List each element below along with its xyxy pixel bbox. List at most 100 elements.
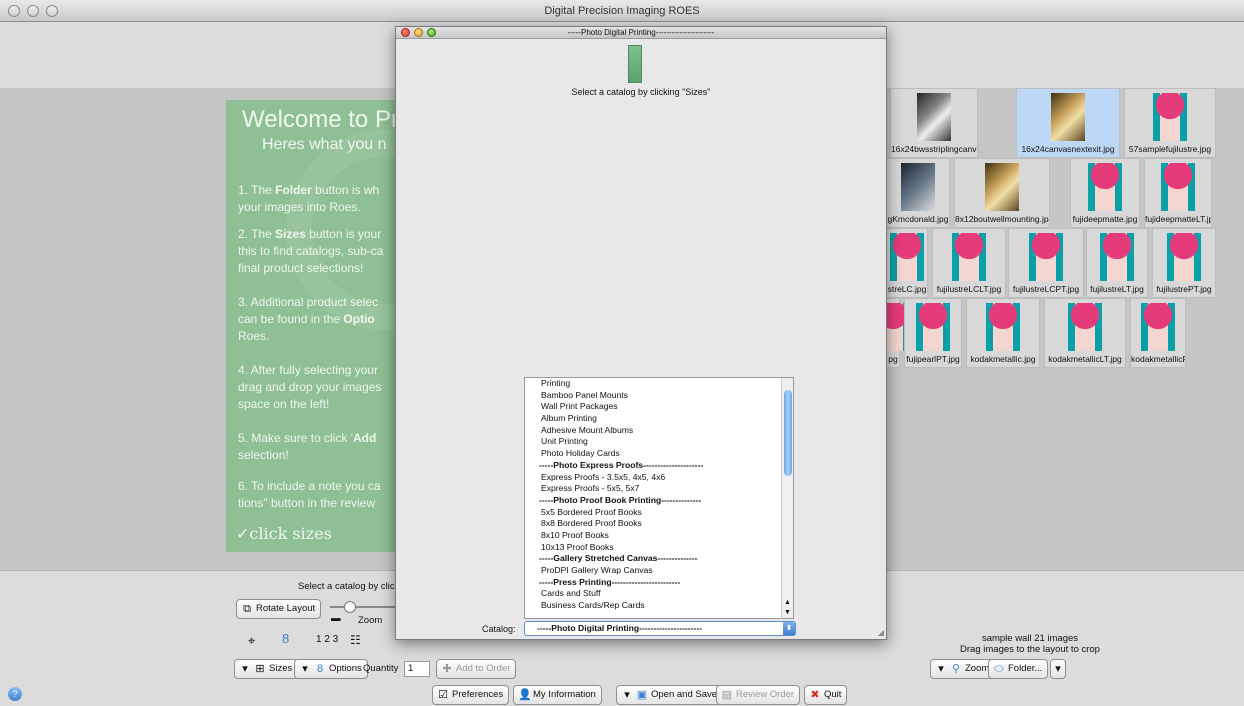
catalog-item[interactable]: Bamboo Panel Mounts [525,390,793,402]
image-thumbnail[interactable]: kodakmetallicLT.jpg [1044,298,1126,368]
numbering-icon[interactable]: 1 2 3 [316,634,338,645]
image-thumbnail[interactable]: fujideepmatteLT.jpg [1144,158,1212,228]
image-thumbnail[interactable]: kodakmetallicPT.jpg [1130,298,1186,368]
thumbnail-image [917,93,951,141]
checkmark-icon: ✓ [236,524,250,543]
folder-button[interactable]: ⬭ Folder... [988,659,1049,679]
dialog-minimize-button[interactable] [414,28,423,37]
minimize-window-button[interactable] [27,5,39,17]
catalog-item[interactable]: Adhesive Mount Albums [525,425,793,437]
zoom-window-button[interactable] [46,5,58,17]
quantity-input[interactable]: 1 [404,661,430,677]
catalog-section-header[interactable]: -----Photo Proof Book Printing----------… [525,495,793,507]
welcome-step-3: 3. Additional product selec can be found… [238,295,379,343]
welcome-step-1: 1. The Folder button is wh your images i… [238,183,380,214]
image-browser[interactable]: 16x24bwsstriplingcanvas.jpg 16x24canvasne… [876,88,1244,570]
select-catalog-hint: Select a catalog by clicki [298,581,402,592]
thumbnail-caption: fujideepmatteLT.jpg [1145,214,1211,224]
dropdown-arrow-icon: ▾ [302,663,308,675]
folder-dropdown-button[interactable]: ▾ [1050,659,1066,679]
review-order-button[interactable]: ▤ Review Order [716,685,801,705]
thumbnail-image [1153,93,1187,141]
thumbnail-caption: fujilustreLCPT.jpg [1012,284,1080,294]
catalog-item[interactable]: Express Proofs - 3.5x5, 4x5, 4x6 [525,472,793,484]
dialog-close-button[interactable] [401,28,410,37]
image-thumbnail[interactable]: kodakmetallic.jpg [966,298,1040,368]
image-thumbnail[interactable]: fujilustrePT.jpg [1152,228,1216,298]
catalog-item[interactable]: Album Printing [525,413,793,425]
catalog-section-header[interactable]: -----Gallery Stretched Canvas-----------… [525,553,793,565]
zoom-label: Zoom [358,615,383,626]
thumbnail-image [1100,233,1134,281]
zoom-slider[interactable] [330,601,396,613]
help-icon[interactable]: ? [8,687,22,701]
thumbnail-caption: 57samplefujilustre.jpg [1128,144,1212,154]
dialog-zoom-button[interactable] [427,28,436,37]
options-icon: 8 [316,663,324,675]
options-icon[interactable]: 8 [282,631,289,646]
quantity-label: Quantity [363,663,399,674]
image-thumbnail[interactable]: streLC.jpg [886,228,928,298]
thumbnail-caption: fujilustreLCLT.jpg [936,284,1002,294]
magnifier-icon: ⚲ [951,663,961,675]
catalog-select[interactable]: -----Photo Digital Printing-------------… [524,621,796,636]
image-thumbnail[interactable]: 16x24canvasnextexit.jpg [1016,88,1120,158]
catalog-item[interactable]: Wall Print Packages [525,401,793,413]
catalog-item[interactable]: ProDPI Gallery Wrap Canvas [525,565,793,577]
catalog-item[interactable]: Photo Holiday Cards [525,448,793,460]
catalog-item[interactable]: 10x13 Proof Books [525,542,793,554]
image-thumbnail[interactable]: fujilustreLCPT.jpg [1008,228,1084,298]
welcome-step-4: 4. After fully selecting your drag and d… [238,363,382,411]
image-thumbnail[interactable]: fujipearlPT.jpg [904,298,962,368]
thumbnail-image [901,163,935,211]
my-information-button[interactable]: 👤 My Information [513,685,602,705]
thumbnail-caption: 16x24canvasnextexit.jpg [1021,144,1115,154]
dialog-title: -----Photo Digital Printing-------------… [567,28,715,37]
image-thumbnail[interactable]: 57samplefujilustre.jpg [1124,88,1216,158]
image-thumbnail[interactable]: fujideepmatte.jpg [1070,158,1140,228]
image-thumbnail[interactable]: 8x12boutwellmounting.jpg [954,158,1050,228]
scroll-up-icon[interactable]: ▲ [784,599,791,606]
rotate-layout-button[interactable]: ⧉ Rotate Layout [236,599,322,619]
scroll-down-icon[interactable]: ▼ [784,609,791,616]
catalog-list[interactable]: Printing Bamboo Panel Mounts Wall Print Pa… [524,377,794,619]
sizes-button[interactable]: ▾ ⊞ Sizes [234,659,299,679]
preferences-button[interactable]: ☑ Preferences [432,685,510,705]
thumbnail-caption: fujilustreLT.jpg [1090,284,1144,294]
wall-info: sample wall 21 images Drag images to the… [960,633,1100,655]
image-thumbnail[interactable]: fujilustreLCLT.jpg [932,228,1006,298]
crop-icon[interactable]: ⌖ [248,633,255,649]
zoom-button[interactable]: ▾ ⚲ Zoom [930,659,996,679]
thumbnail-caption: gKmcdonald.jpg [887,214,949,224]
catalog-list-scrollbar[interactable]: ▲ ▼ [781,378,793,618]
catalog-item[interactable]: 8x8 Bordered Proof Books [525,518,793,530]
catalog-section-header[interactable]: -----Press Printing---------------------… [525,577,793,589]
catalog-item[interactable]: Business Cards/Rep Cards [525,600,793,612]
catalog-item[interactable]: Express Proofs - 5x5, 5x7 [525,483,793,495]
image-thumbnail[interactable]: 16x24bwsstriplingcanvas.jpg [890,88,978,158]
zoom-slider-knob[interactable] [344,601,356,613]
open-and-save-button[interactable]: ▾ ▣ Open and Save [616,685,724,705]
catalog-thumbnail [628,45,642,83]
image-thumbnail[interactable]: pg [876,298,910,368]
image-thumbnail[interactable]: fujilustreLT.jpg [1086,228,1148,298]
catalog-item[interactable]: Printing [525,378,793,390]
quit-button[interactable]: ✖ Quit [804,685,848,705]
scrollbar-thumb[interactable] [784,390,792,476]
resize-grip-icon[interactable]: ◢ [878,628,884,637]
thumbnail-caption: pg [888,354,898,364]
catalog-section-header[interactable]: -----Photo Express Proofs---------------… [525,460,793,472]
catalog-item[interactable]: 5x5 Bordered Proof Books [525,507,793,519]
image-thumbnail[interactable]: gKmcdonald.jpg [886,158,950,228]
options-button[interactable]: ▾ 8 Options [294,659,368,679]
catalog-item[interactable]: Unit Printing [525,436,793,448]
grid-icon[interactable]: ☷ [350,633,361,647]
catalog-item[interactable]: 8x10 Proof Books [525,530,793,542]
thumbnail-caption: kodakmetallicLT.jpg [1048,354,1122,364]
close-window-button[interactable] [8,5,20,17]
catalog-item[interactable]: Cards and Stuff [525,588,793,600]
thumbnail-image [1088,163,1122,211]
add-to-order-button[interactable]: ✚ Add to Order [436,659,517,679]
plus-icon: ✚ [442,663,452,675]
thumbnail-image [1029,233,1063,281]
